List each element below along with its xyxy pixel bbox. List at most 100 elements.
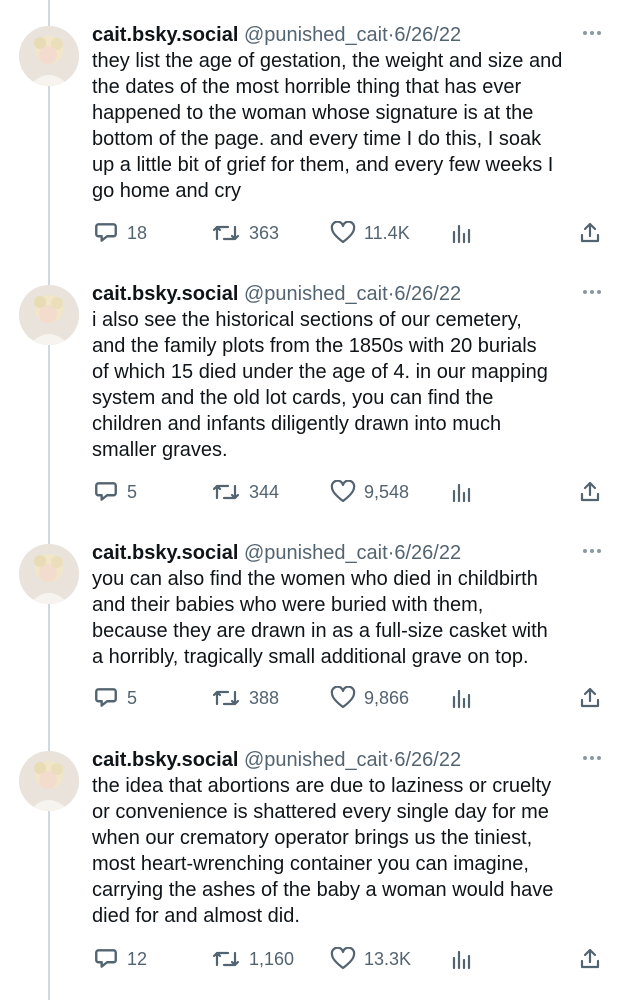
user-handle[interactable]: @punished_cait — [244, 749, 388, 771]
tweet-text-line: when our crematory operator brings us th… — [92, 827, 533, 849]
tweet-text: i also see the historical sections of ou… — [92, 307, 602, 463]
tweet-text-line: the idea that abortions are due to lazin… — [92, 775, 552, 797]
tweet-date[interactable]: 6/26/22 — [394, 749, 461, 771]
tweet-text-line: children and infants diligently drawn in… — [92, 413, 502, 435]
tweet-text-line: carrying the ashes of the baby a woman w… — [92, 879, 554, 901]
reply-bubble-icon — [95, 482, 117, 501]
like-button[interactable]: 13.3K — [330, 944, 411, 974]
tweet-date[interactable]: 6/26/22 — [394, 542, 461, 564]
tweet-text-line: the dates of the most horrible thing tha… — [92, 76, 522, 98]
retweet-arrows-icon — [212, 951, 240, 967]
retweet-button[interactable]: 344 — [211, 477, 279, 507]
tweet-header: cait.bsky.social @punished_cait·6/26/22 — [92, 747, 461, 773]
like-button[interactable]: 9,866 — [330, 683, 409, 713]
retweet-arrows-icon — [212, 225, 240, 241]
share-upload-icon — [580, 222, 600, 243]
display-name[interactable]: cait.bsky.social — [92, 749, 238, 771]
display-name[interactable]: cait.bsky.social — [92, 283, 238, 305]
retweet-count: 344 — [249, 481, 280, 502]
reply-bubble-icon — [95, 223, 117, 242]
analytics-bars-icon — [452, 689, 471, 709]
tweet-text-line: and their babies who were buried with th… — [92, 594, 484, 616]
share-upload-icon — [580, 687, 600, 708]
like-count: 9,866 — [364, 687, 410, 708]
like-button[interactable]: 11.4K — [330, 218, 410, 248]
tweet-actions: 5 344 9,548 — [0, 477, 625, 507]
tweet-text-line: system and the old lot cards, you can fi… — [92, 387, 494, 409]
user-handle[interactable]: @punished_cait — [244, 283, 388, 305]
reply-count: 12 — [127, 948, 148, 969]
share-upload-icon — [580, 948, 600, 969]
tweet-text-line: bottom of the page. and every time I do … — [92, 128, 542, 150]
user-handle[interactable]: @punished_cait — [244, 542, 388, 564]
display-name[interactable]: cait.bsky.social — [92, 24, 238, 46]
tweet-text-line: because they are drawn in as a full-size… — [92, 620, 548, 642]
avatar[interactable] — [19, 285, 79, 345]
like-count: 9,548 — [364, 481, 410, 502]
views-button[interactable] — [451, 477, 473, 507]
retweet-button[interactable]: 388 — [211, 683, 279, 713]
retweet-button[interactable]: 363 — [211, 218, 279, 248]
analytics-bars-icon — [452, 483, 471, 503]
views-button[interactable] — [451, 218, 473, 248]
reply-button[interactable]: 5 — [93, 683, 137, 713]
views-button[interactable] — [451, 683, 473, 713]
reply-count: 5 — [127, 687, 138, 708]
retweet-button[interactable]: 1,160 — [211, 944, 294, 974]
avatar[interactable] — [19, 751, 79, 811]
like-button[interactable]: 9,548 — [330, 477, 409, 507]
tweet-text-line: a horribly, tragically small additional … — [92, 646, 529, 668]
tweet-text: you can also find the women who died in … — [92, 566, 602, 670]
reply-button[interactable]: 18 — [93, 218, 147, 248]
reply-button[interactable]: 5 — [93, 477, 137, 507]
reply-bubble-icon — [95, 949, 117, 968]
tweet-text-line: i also see the historical sections of ou… — [92, 309, 522, 331]
tweet-text-line: died for and almost did. — [92, 905, 300, 927]
retweet-arrows-icon — [212, 690, 240, 706]
share-button[interactable] — [578, 218, 602, 248]
retweet-count: 388 — [249, 687, 280, 708]
tweet-actions: 5 388 9,866 — [0, 683, 625, 713]
views-button[interactable] — [451, 944, 473, 974]
share-upload-icon — [580, 481, 600, 502]
reply-count: 5 — [127, 481, 138, 502]
share-button[interactable] — [578, 683, 602, 713]
more-options-icon[interactable] — [581, 751, 603, 765]
heart-icon — [330, 947, 356, 970]
tweet-text-line: go home and cry — [92, 180, 241, 202]
retweet-count: 363 — [249, 222, 280, 243]
analytics-bars-icon — [452, 224, 471, 244]
reply-count: 18 — [127, 222, 148, 243]
user-handle[interactable]: @punished_cait — [244, 24, 388, 46]
avatar[interactable] — [19, 544, 79, 604]
tweet-text-line: smaller graves. — [92, 439, 228, 461]
tweet-text: the idea that abortions are due to lazin… — [92, 773, 602, 929]
tweet-text-line: or convenience is shattered every single… — [92, 801, 549, 823]
avatar[interactable] — [19, 26, 79, 86]
more-options-icon[interactable] — [581, 26, 603, 40]
more-options-icon[interactable] — [581, 544, 603, 558]
share-button[interactable] — [578, 477, 602, 507]
tweet-text-line: happened to the woman whose signature is… — [92, 102, 534, 124]
heart-icon — [330, 480, 356, 503]
tweet-text: they list the age of gestation, the weig… — [92, 48, 602, 204]
tweet-text-line: up a little bit of grief for them, and e… — [92, 154, 554, 176]
tweet-text-line: you can also find the women who died in … — [92, 568, 538, 590]
like-count: 13.3K — [364, 948, 412, 969]
share-button[interactable] — [578, 944, 602, 974]
analytics-bars-icon — [452, 950, 471, 970]
tweet-header: cait.bsky.social @punished_cait·6/26/22 — [92, 281, 461, 307]
heart-icon — [330, 221, 356, 244]
retweet-count: 1,160 — [249, 948, 295, 969]
retweet-arrows-icon — [212, 484, 240, 500]
tweet-date[interactable]: 6/26/22 — [394, 283, 461, 305]
tweet-actions: 18 363 11.4K — [0, 218, 625, 248]
tweet-header: cait.bsky.social @punished_cait·6/26/22 — [92, 22, 461, 48]
tweet-header: cait.bsky.social @punished_cait·6/26/22 — [92, 540, 461, 566]
more-options-icon[interactable] — [581, 285, 603, 299]
reply-button[interactable]: 12 — [93, 944, 147, 974]
tweet-text-line: they list the age of gestation, the weig… — [92, 50, 563, 72]
display-name[interactable]: cait.bsky.social — [92, 542, 238, 564]
tweet-date[interactable]: 6/26/22 — [394, 24, 461, 46]
tweet-text-line: of which 15 died under the age of 4. in … — [92, 361, 548, 383]
